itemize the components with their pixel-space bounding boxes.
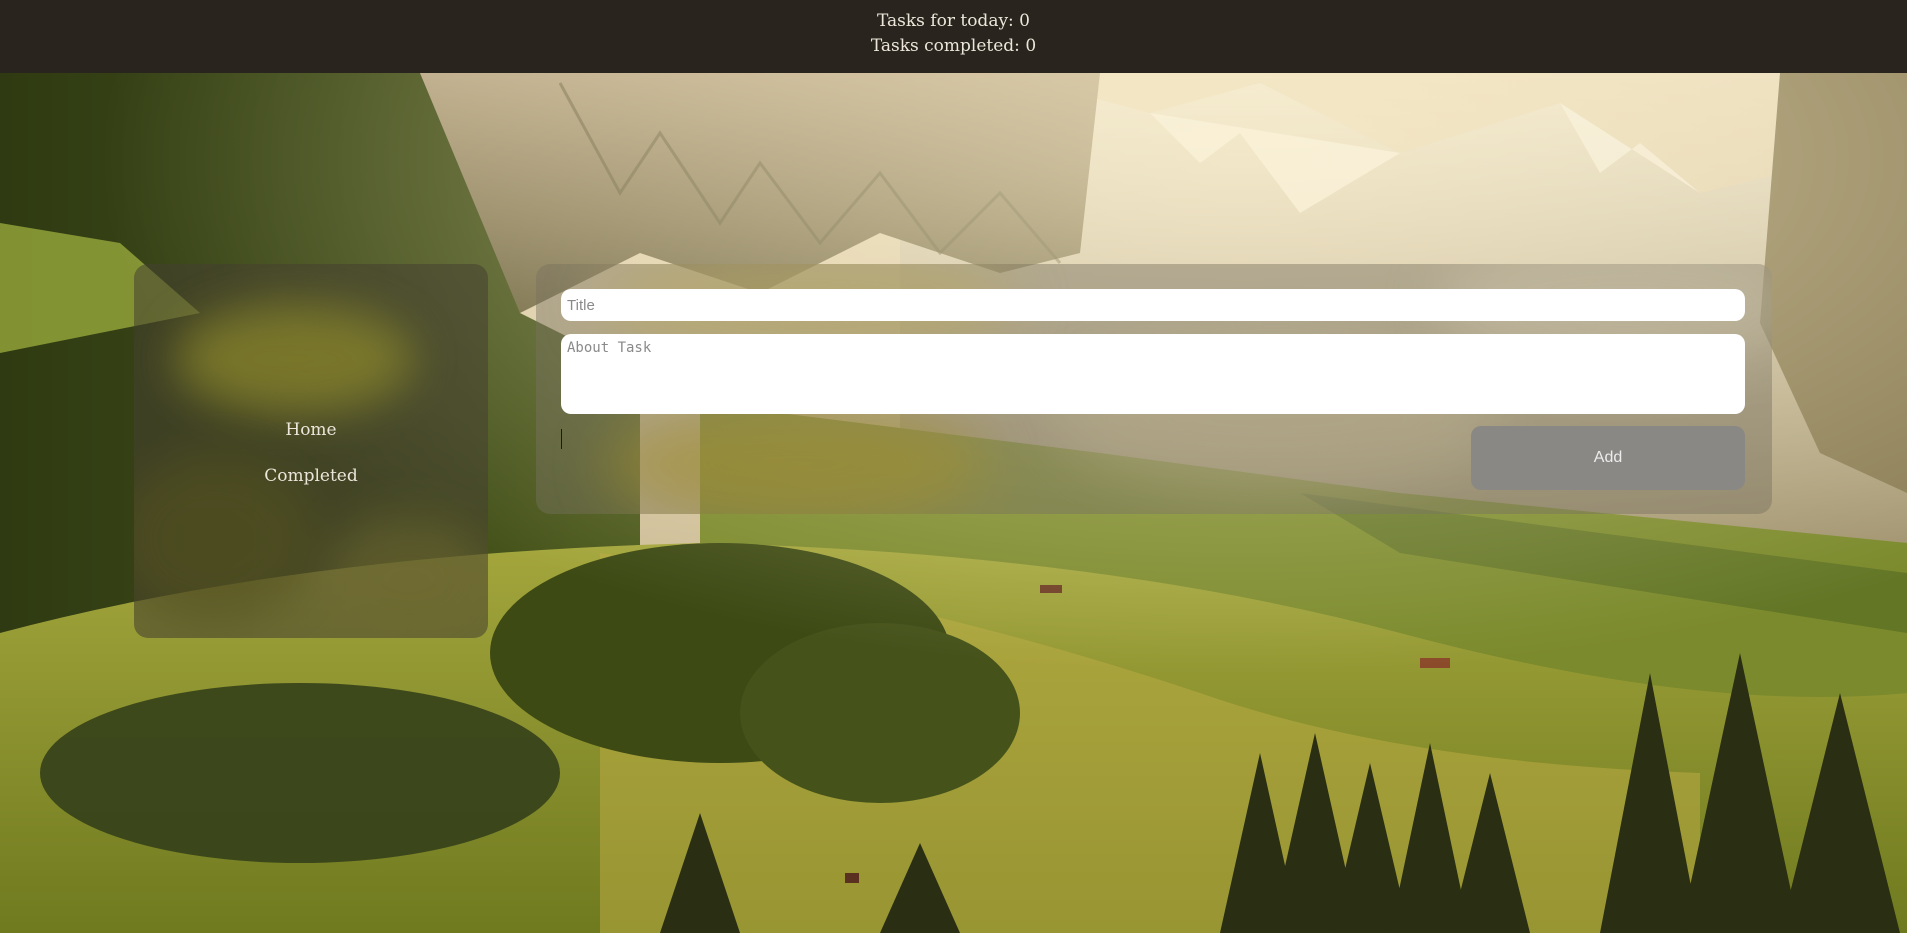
sidebar-menu: Home Completed <box>134 418 488 510</box>
sidebar-nav: Home Completed <box>134 264 488 638</box>
sidebar-item-home[interactable]: Home <box>134 418 488 442</box>
sidebar-item-completed[interactable]: Completed <box>134 464 488 488</box>
tasks-today-counter: Tasks for today: 0 <box>877 11 1030 31</box>
task-title-input[interactable] <box>561 289 1745 321</box>
add-task-button[interactable]: Add <box>1471 426 1745 490</box>
text-cursor <box>561 429 562 449</box>
glass-highlight <box>174 304 414 414</box>
tasks-completed-counter: Tasks completed: 0 <box>870 36 1037 56</box>
task-description-textarea[interactable] <box>561 334 1745 414</box>
glass-highlight <box>324 514 488 638</box>
add-task-panel: Add <box>536 264 1772 514</box>
top-status-bar: Tasks for today: 0 Tasks completed: 0 <box>0 0 1907 73</box>
glass-highlight <box>606 404 986 514</box>
